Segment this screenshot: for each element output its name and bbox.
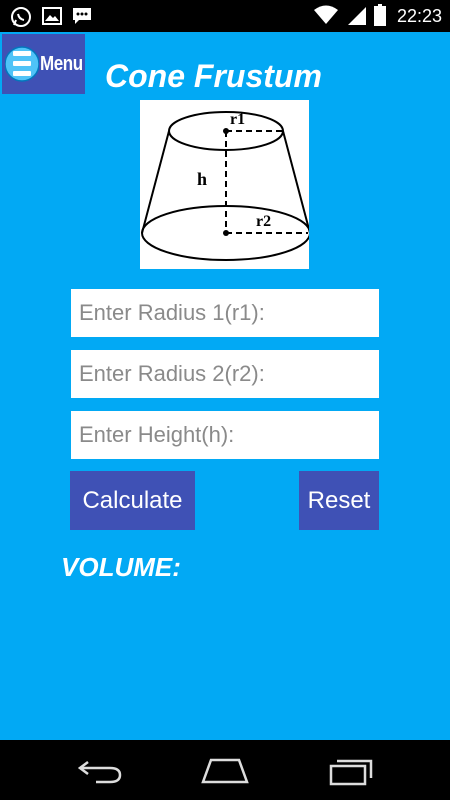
message-icon (73, 8, 91, 24)
menu-button[interactable]: Menu (2, 34, 85, 94)
recents-icon[interactable] (329, 758, 373, 786)
whatsapp-icon (11, 7, 31, 27)
radius2-input[interactable] (71, 350, 379, 398)
frustum-diagram: r1 h r2 (140, 100, 311, 269)
navigation-bar (0, 740, 450, 800)
battery-icon (374, 4, 386, 26)
status-bar: 22:23 (0, 0, 450, 32)
page-title: Cone Frustum (105, 58, 322, 94)
app-content: Menu Cone Frustum r1 h r2 Calculate Rese… (0, 32, 450, 740)
back-icon[interactable] (78, 758, 122, 784)
menu-label: Menu (40, 53, 83, 75)
wifi-icon (314, 5, 338, 24)
hamburger-icon (5, 46, 39, 82)
radius1-input[interactable] (71, 289, 379, 337)
label-h: h (197, 169, 207, 189)
reset-button[interactable]: Reset (299, 471, 379, 530)
home-icon[interactable] (201, 758, 249, 784)
volume-label: VOLUME: (61, 552, 181, 582)
height-input[interactable] (71, 411, 379, 459)
label-r2: r2 (256, 213, 271, 230)
image-icon (42, 7, 62, 25)
frustum-figure: r1 h r2 (141, 111, 311, 261)
signal-icon (348, 7, 366, 25)
label-r1: r1 (230, 111, 245, 128)
status-time: 22:23 (396, 6, 442, 26)
calculate-button[interactable]: Calculate (70, 471, 195, 530)
